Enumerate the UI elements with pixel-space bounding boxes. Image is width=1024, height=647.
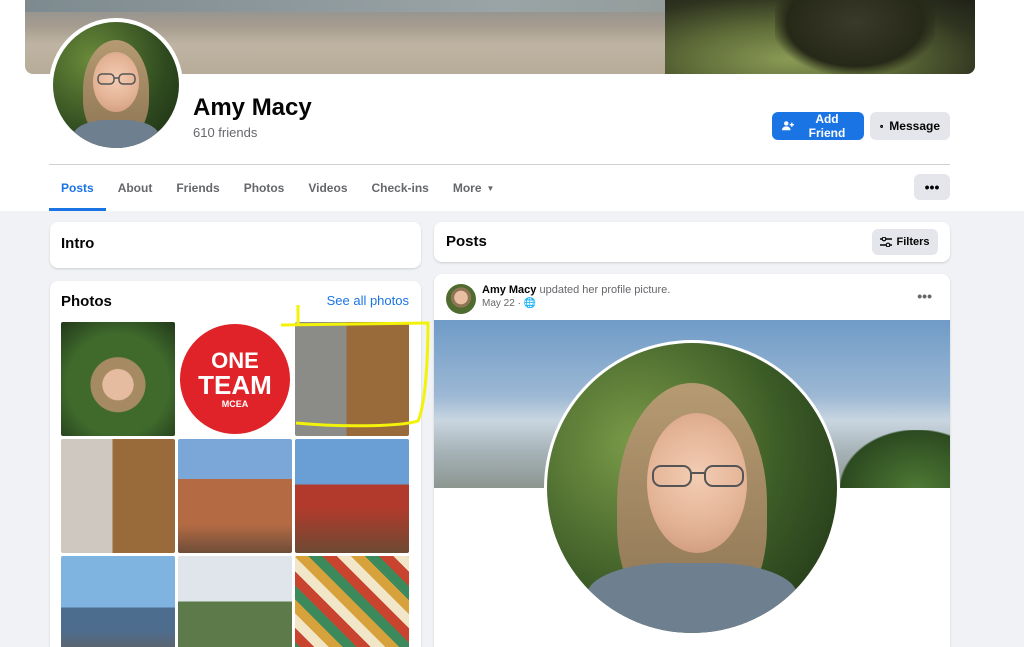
posts-title: Posts: [446, 233, 487, 250]
profile-name: Amy Macy: [193, 94, 312, 121]
message-label: Message: [889, 119, 940, 133]
message-button[interactable]: Message: [870, 112, 950, 140]
post-options-button[interactable]: •••: [917, 288, 932, 304]
tab-about[interactable]: About: [106, 165, 165, 211]
logo-line-2: TEAM: [198, 369, 272, 400]
tab-videos[interactable]: Videos: [296, 165, 359, 211]
one-team-logo: ONE TEAM MCEA: [180, 324, 290, 434]
more-options-button[interactable]: •••: [914, 174, 950, 200]
photos-title: Photos: [61, 293, 112, 310]
add-person-icon: [782, 121, 794, 131]
intro-title: Intro: [61, 235, 95, 252]
photo-thumbnail[interactable]: [178, 556, 292, 647]
tab-posts[interactable]: Posts: [49, 165, 106, 211]
profile-avatar[interactable]: [49, 18, 183, 152]
logo-line-1: ONE: [211, 347, 259, 373]
post-card: Amy Macy updated her profile picture. Ma…: [434, 274, 950, 647]
tab-check-ins[interactable]: Check-ins: [360, 165, 441, 211]
messenger-icon: [880, 124, 884, 128]
post-date[interactable]: May 22 ·: [482, 298, 521, 309]
tab-friends[interactable]: Friends: [164, 165, 231, 211]
photo-thumbnail[interactable]: [178, 439, 292, 553]
logo-line-3: MCEA: [221, 398, 249, 409]
post-profile-picture[interactable]: [544, 340, 840, 636]
profile-tabs: Posts About Friends Photos Videos Check-…: [49, 165, 506, 211]
photo-thumbnail[interactable]: [295, 439, 409, 553]
posts-header-card: Posts Filters: [434, 222, 950, 262]
filters-label: Filters: [896, 236, 930, 248]
filters-button[interactable]: Filters: [872, 229, 938, 255]
add-friend-label: Add Friend: [808, 112, 846, 140]
profile-page: Amy Macy 610 friends Add Friend Message …: [0, 0, 1024, 647]
friend-count[interactable]: 610 friends: [193, 125, 257, 140]
photo-thumbnail[interactable]: [61, 556, 175, 647]
post-meta: Amy Macy updated her profile picture. Ma…: [482, 284, 670, 309]
add-friend-button[interactable]: Add Friend: [772, 112, 864, 140]
photo-thumbnail[interactable]: [61, 439, 175, 553]
post-author[interactable]: Amy Macy: [482, 284, 536, 296]
filters-icon: [880, 237, 893, 247]
glasses-icon: [652, 465, 744, 487]
tab-more[interactable]: More ▼: [441, 165, 507, 211]
photo-thumbnail[interactable]: [295, 556, 409, 647]
intro-card: Intro: [50, 222, 421, 268]
tab-more-label: More: [452, 181, 482, 195]
yellow-annotation-mark: [280, 305, 430, 428]
post-action: updated her profile picture.: [539, 284, 671, 296]
globe-icon: 🌐: [523, 298, 537, 309]
tab-photos[interactable]: Photos: [232, 165, 297, 211]
one-team-logo-thumbnail[interactable]: ONE TEAM MCEA: [178, 322, 292, 436]
photo-thumbnail[interactable]: [61, 322, 175, 436]
post-author-avatar[interactable]: [446, 284, 476, 314]
glasses-icon: [97, 73, 136, 85]
caret-down-icon: ▼: [486, 183, 495, 193]
